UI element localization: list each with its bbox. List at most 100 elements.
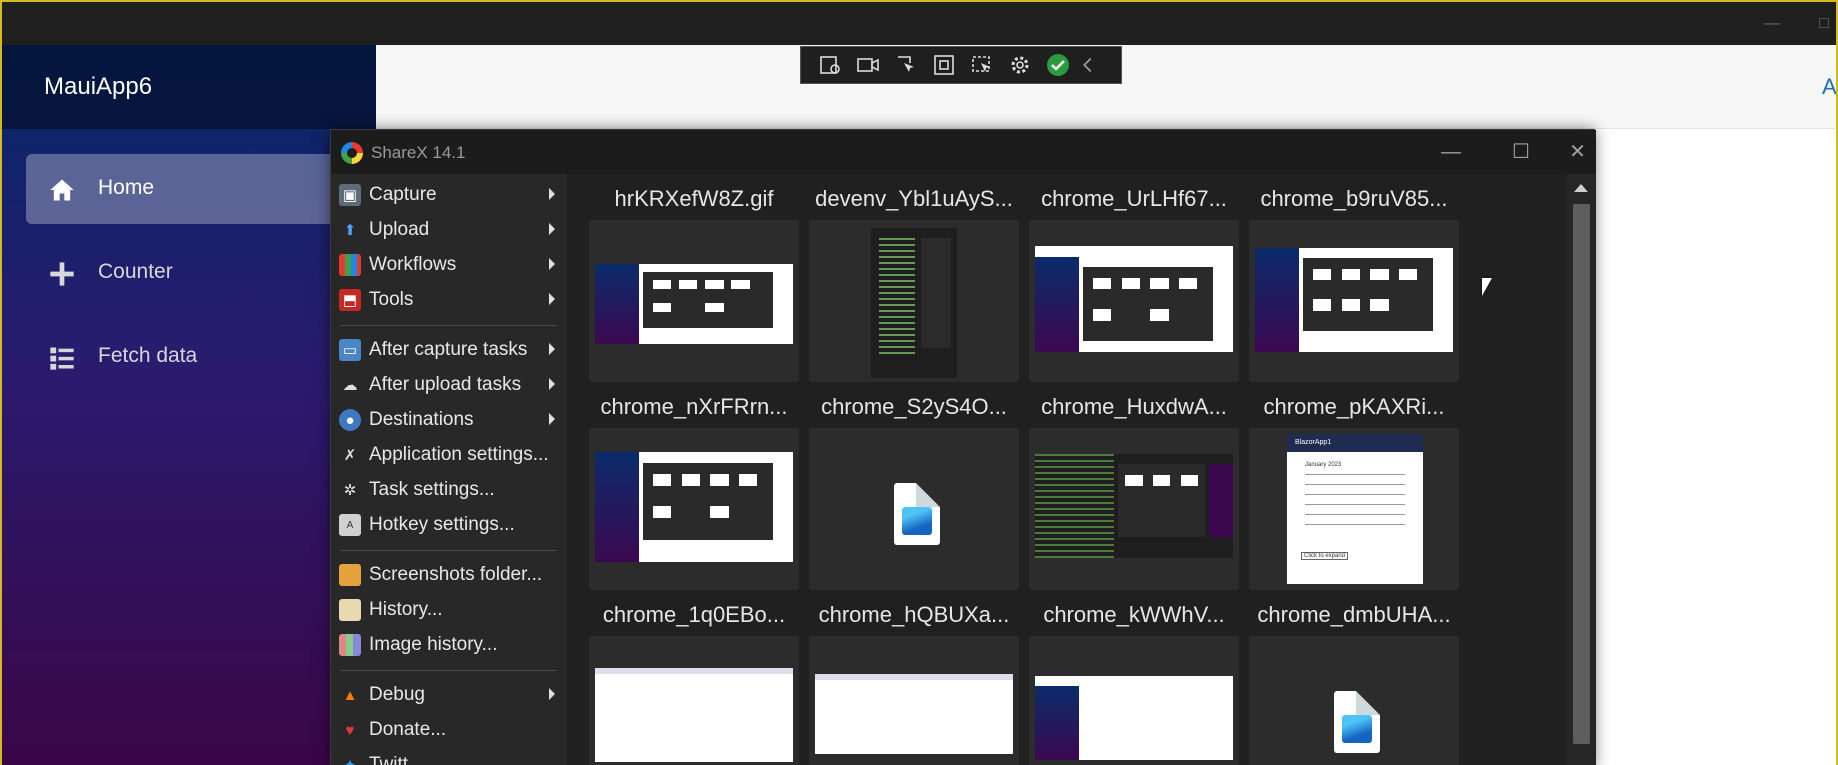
menu-debug[interactable]: ▲ Debug	[339, 680, 561, 710]
sharex-titlebar: ShareX 14.1 — ☐ ✕	[331, 130, 1596, 174]
menu-after-upload[interactable]: ☁ After upload tasks	[339, 370, 561, 400]
menu-capture[interactable]: ▣ Capture	[339, 180, 561, 210]
menu-upload-label: Upload	[369, 219, 430, 240]
submenu-arrow-icon	[549, 293, 555, 305]
menu-upload[interactable]: ⬆ Upload	[339, 215, 561, 245]
menu-after-upload-label: After upload tasks	[369, 374, 522, 395]
submenu-arrow-icon	[549, 188, 555, 200]
thumbnail-item[interactable]: chrome_nXrFRrn...	[589, 390, 799, 594]
capture-icon: ▣	[339, 184, 361, 206]
brand-bar: MauiApp6	[2, 45, 376, 129]
menu-app-settings-label: Application settings...	[369, 444, 549, 465]
thumbnail-image	[1029, 636, 1239, 765]
minimize-button[interactable]: —	[1421, 130, 1481, 174]
thumbnail-filename: chrome_1q0EBo...	[602, 602, 786, 627]
thumbnail-item[interactable]: chrome_hQBUXa...	[809, 598, 1019, 765]
menu-hotkey-settings[interactable]: A Hotkey settings...	[339, 510, 561, 540]
menu-capture-label: Capture	[369, 184, 437, 205]
menu-twitter-label: Twitt	[369, 754, 409, 765]
nav-counter-label: Counter	[98, 260, 173, 283]
auto-capture-icon[interactable]	[963, 49, 1001, 81]
calendar-month: January 2023	[1305, 462, 1342, 468]
menu-after-capture-label: After capture tasks	[369, 339, 528, 360]
calendar-expand-button: Click to expand	[1301, 552, 1349, 560]
calendar-app-title: BlazorApp1	[1295, 439, 1332, 446]
maui-window-titlebar: — □	[2, 2, 1836, 45]
thumbnail-filename: chrome_hQBUXa...	[818, 602, 1010, 627]
menu-separator	[341, 550, 557, 551]
confirm-check-icon[interactable]	[1039, 49, 1077, 81]
menu-debug-label: Debug	[369, 684, 425, 705]
scrollbar-thumb[interactable]	[1573, 204, 1590, 744]
fullscreen-icon[interactable]	[925, 49, 963, 81]
sharex-thumbnail-grid: hrKRXefW8Z.gif devenv_Ybl1uAyS... chrome…	[567, 174, 1567, 765]
nav-home[interactable]: Home	[26, 154, 372, 224]
menu-twitter[interactable]: ✦ Twitt	[339, 750, 561, 765]
settings-gear-icon[interactable]	[1001, 49, 1039, 81]
keyboard-icon: A	[339, 514, 361, 536]
thumbnail-image	[809, 428, 1019, 590]
screen-record-icon[interactable]	[849, 49, 887, 81]
thumbnail-item[interactable]: chrome_b9ruV85...	[1249, 182, 1459, 386]
menu-tools[interactable]: ⬒ Tools	[339, 285, 561, 315]
wrench-icon: ✗	[343, 447, 357, 464]
collapse-chevron-icon[interactable]	[1077, 49, 1099, 81]
sharex-logo-icon	[341, 142, 363, 164]
sharex-capture-toolbar	[800, 46, 1122, 84]
submenu-arrow-icon	[549, 413, 555, 425]
sharex-main-menu: ▣ Capture ⬆ Upload Workflows ⬒ Tools ▭ After…	[331, 174, 567, 765]
sharex-window-title: ShareX 14.1	[371, 143, 466, 162]
sharex-window: ShareX 14.1 — ☐ ✕ ▣ Capture ⬆ Upload Workf…	[330, 129, 1596, 765]
traffic-cone-icon: ▲	[342, 686, 358, 704]
thumbnail-filename: chrome_nXrFRrn...	[600, 394, 788, 419]
mouse-cursor-icon	[1482, 278, 1492, 296]
thumbnail-item[interactable]: chrome_UrLHf67...	[1029, 182, 1239, 386]
thumbnail-item[interactable]: devenv_Ybl1uAyS...	[809, 182, 1019, 386]
menu-donate[interactable]: ♥ Donate...	[339, 715, 561, 745]
menu-destinations[interactable]: ● Destinations	[339, 405, 561, 435]
menu-app-settings[interactable]: ✗ Application settings...	[339, 440, 561, 470]
menu-task-settings[interactable]: ✲ Task settings...	[339, 475, 561, 505]
maui-sidebar: MauiApp6 Home Counter Fetch data	[2, 45, 376, 765]
thumbnail-image	[1029, 428, 1239, 590]
thumbnail-item[interactable]: chrome_1q0EBo...	[589, 598, 799, 765]
menu-history-label: History...	[369, 599, 443, 620]
scroll-up-icon[interactable]	[1574, 184, 1588, 192]
menu-image-history[interactable]: Image history...	[339, 630, 561, 660]
vertical-scrollbar[interactable]	[1567, 174, 1596, 765]
thumbnail-filename: devenv_Ybl1uAyS...	[815, 186, 1013, 211]
submenu-arrow-icon	[549, 343, 555, 355]
select-region-icon[interactable]	[887, 49, 925, 81]
minimize-icon[interactable]: —	[1750, 2, 1794, 45]
thumbnail-item[interactable]: chrome_HuxdwA...	[1029, 390, 1239, 594]
submenu-arrow-icon	[549, 258, 555, 270]
submenu-arrow-icon	[549, 223, 555, 235]
thumbnail-item[interactable]: chrome_kWWhV...	[1029, 598, 1239, 765]
workflows-icon	[339, 254, 361, 276]
thumbnail-item[interactable]: hrKRXefW8Z.gif	[589, 182, 799, 386]
about-link[interactable]: A	[1822, 74, 1836, 100]
menu-after-capture[interactable]: ▭ After capture tasks	[339, 335, 561, 365]
thumbnail-filename: chrome_b9ruV85...	[1260, 186, 1448, 211]
history-icon	[339, 599, 361, 621]
nav-fetch-label: Fetch data	[98, 344, 198, 367]
brand-title[interactable]: MauiApp6	[44, 73, 152, 101]
menu-tools-label: Tools	[369, 289, 414, 310]
nav-counter[interactable]: Counter	[26, 238, 372, 308]
nav-fetch-data[interactable]: Fetch data	[26, 322, 372, 392]
menu-screenshots-folder[interactable]: Screenshots folder...	[339, 560, 561, 590]
image-file-icon	[894, 483, 940, 545]
maximize-button[interactable]: ☐	[1491, 130, 1551, 174]
cloud-upload-icon: ☁	[342, 377, 358, 394]
menu-history[interactable]: History...	[339, 595, 561, 625]
thumbnail-item[interactable]: chrome_pKAXRi... BlazorApp1 January 2023…	[1249, 390, 1459, 594]
capture-settings-icon[interactable]	[811, 49, 849, 81]
maximize-icon[interactable]: □	[1802, 2, 1836, 45]
close-button[interactable]: ✕	[1559, 130, 1596, 174]
upload-arrow-icon: ⬆	[343, 222, 357, 239]
menu-workflows[interactable]: Workflows	[339, 250, 561, 280]
thumbnail-image	[809, 220, 1019, 382]
thumbnail-item[interactable]: chrome_S2yS4O...	[809, 390, 1019, 594]
thumbnail-item[interactable]: chrome_dmbUHA...	[1249, 598, 1459, 765]
thumbnail-image	[589, 428, 799, 590]
